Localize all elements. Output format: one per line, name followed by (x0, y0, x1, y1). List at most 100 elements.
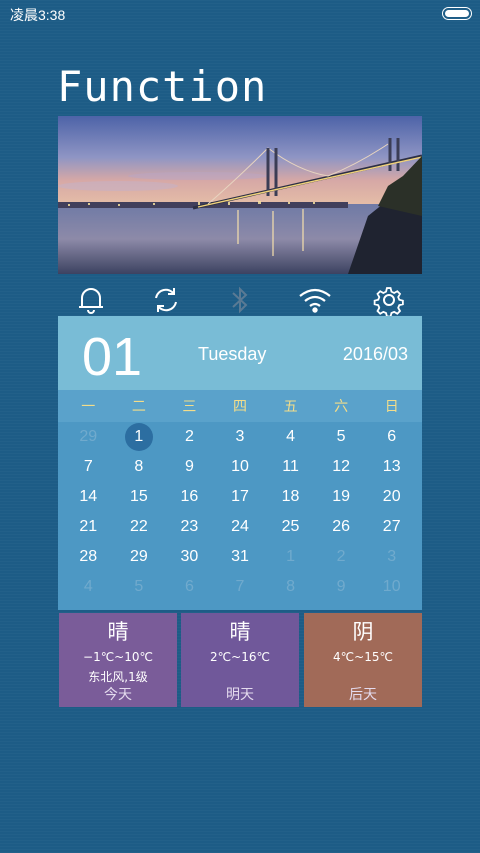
calendar-day-label: 15 (129, 488, 148, 505)
calendar-day-label: 7 (235, 578, 245, 595)
bell-icon[interactable] (71, 280, 111, 320)
calendar-day-label: 28 (79, 548, 98, 565)
calendar-day[interactable]: 8 (114, 452, 165, 482)
sync-icon[interactable] (146, 280, 186, 320)
calendar-day[interactable]: 9 (164, 452, 215, 482)
calendar-day[interactable]: 4 (265, 422, 316, 452)
calendar-day[interactable]: 31 (215, 542, 266, 572)
calendar-day[interactable]: 6 (164, 572, 215, 602)
calendar-day-label: 29 (79, 428, 98, 445)
calendar-day[interactable]: 7 (63, 452, 114, 482)
weekday-header: 日 (384, 399, 399, 415)
calendar-day[interactable]: 27 (366, 512, 417, 542)
status-bar: 凌晨3:38 (0, 0, 480, 26)
weather-day-label: 今天 (104, 687, 132, 703)
calendar-day[interactable]: 30 (164, 542, 215, 572)
weather-temperature: −1℃~10℃ (83, 650, 153, 664)
bluetooth-icon[interactable] (220, 280, 260, 320)
calendar-day[interactable]: 23 (164, 512, 215, 542)
calendar-day[interactable]: 11 (265, 452, 316, 482)
current-weekday: Tuesday (198, 344, 267, 364)
calendar-day[interactable]: 8 (265, 572, 316, 602)
calendar-day-label: 29 (129, 548, 148, 565)
calendar-day[interactable]: 21 (63, 512, 114, 542)
calendar-day-label: 25 (281, 518, 300, 535)
calendar-day[interactable]: 6 (366, 422, 417, 452)
weather-card-day-after[interactable]: 阴 4℃~15℃ 后天 (304, 613, 422, 707)
calendar-day[interactable]: 17 (215, 482, 266, 512)
calendar-day-label: 9 (336, 578, 346, 595)
calendar-day[interactable]: 22 (114, 512, 165, 542)
calendar-day-label: 30 (180, 548, 199, 565)
calendar-day-label: 24 (231, 518, 249, 535)
current-day-number: 01 (82, 327, 143, 387)
calendar-day[interactable]: 20 (366, 482, 417, 512)
calendar-day-label: 31 (231, 548, 249, 565)
calendar-day[interactable]: 4 (63, 572, 114, 602)
calendar-day-selected[interactable]: 1 (114, 422, 165, 452)
weather-temperature: 4℃~15℃ (333, 650, 393, 664)
calendar-day[interactable]: 10 (366, 572, 417, 602)
calendar-day[interactable]: 12 (316, 452, 367, 482)
calendar-day-label: 23 (180, 518, 199, 535)
calendar-day[interactable]: 26 (316, 512, 367, 542)
weather-condition: 晴 (107, 620, 129, 644)
calendar-day[interactable]: 7 (215, 572, 266, 602)
current-month: 2016/03 (342, 344, 408, 364)
weekday-header: 五 (283, 399, 298, 415)
calendar-day-label: 2 (336, 548, 346, 565)
calendar-day[interactable]: 28 (63, 542, 114, 572)
calendar-day-label: 22 (129, 518, 148, 535)
calendar-day[interactable]: 1 (265, 542, 316, 572)
calendar-day[interactable]: 13 (366, 452, 417, 482)
calendar-day[interactable]: 29 (63, 422, 114, 452)
calendar-day-label: 1 (286, 548, 296, 565)
calendar-day[interactable]: 14 (63, 482, 114, 512)
calendar-day[interactable]: 24 (215, 512, 266, 542)
calendar-day[interactable]: 25 (265, 512, 316, 542)
calendar-day[interactable]: 2 (316, 542, 367, 572)
gear-icon[interactable] (369, 280, 409, 320)
calendar-day[interactable]: 16 (164, 482, 215, 512)
wifi-icon[interactable] (295, 280, 335, 320)
calendar-day[interactable]: 3 (366, 542, 417, 572)
calendar-day-label: 13 (382, 458, 401, 475)
weather-day-label: 明天 (226, 687, 254, 703)
calendar-day-label: 14 (79, 488, 98, 505)
header-photo (58, 116, 422, 274)
calendar-day[interactable]: 19 (316, 482, 367, 512)
calendar-day-label: 4 (286, 428, 296, 445)
calendar-day-label: 3 (387, 548, 397, 565)
calendar-day-label: 27 (382, 518, 401, 535)
calendar-day-label: 6 (184, 578, 194, 595)
calendar-day-label: 8 (286, 578, 296, 595)
calendar-day-label: 9 (184, 458, 194, 475)
battery-icon (442, 7, 472, 20)
weather-temperature: 2℃~16℃ (210, 650, 270, 664)
calendar-day[interactable]: 10 (215, 452, 266, 482)
calendar-day[interactable]: 18 (265, 482, 316, 512)
weather-condition: 阴 (352, 620, 374, 644)
calendar-day[interactable]: 29 (114, 542, 165, 572)
calendar-day[interactable]: 2 (164, 422, 215, 452)
weekday-header: 一 (81, 399, 96, 415)
weather-day-label: 后天 (349, 687, 377, 703)
calendar-day[interactable]: 3 (215, 422, 266, 452)
weekday-header: 四 (232, 399, 247, 415)
calendar-day-label: 19 (332, 488, 351, 505)
calendar-day-label: 17 (231, 488, 249, 505)
calendar-day-label: 7 (83, 458, 93, 475)
calendar-day[interactable]: 5 (316, 422, 367, 452)
calendar-day-label: 1 (124, 423, 153, 451)
calendar-day-label: 2 (184, 428, 194, 445)
calendar: 01 Tuesday 2016/03 一 二 三 四 五 六 日 29 1 2 3 4 5… (58, 316, 422, 610)
weather-card-today[interactable]: 晴 −1℃~10℃ 东北风,1级 今天 (59, 613, 177, 707)
calendar-day[interactable]: 5 (114, 572, 165, 602)
calendar-day[interactable]: 15 (114, 482, 165, 512)
calendar-day-label: 6 (387, 428, 397, 445)
calendar-day-label: 18 (281, 488, 300, 505)
weather-card-tomorrow[interactable]: 晴 2℃~16℃ 明天 (181, 613, 299, 707)
calendar-header: 01 Tuesday 2016/03 (58, 316, 422, 390)
quick-actions (58, 280, 422, 320)
calendar-day[interactable]: 9 (316, 572, 367, 602)
